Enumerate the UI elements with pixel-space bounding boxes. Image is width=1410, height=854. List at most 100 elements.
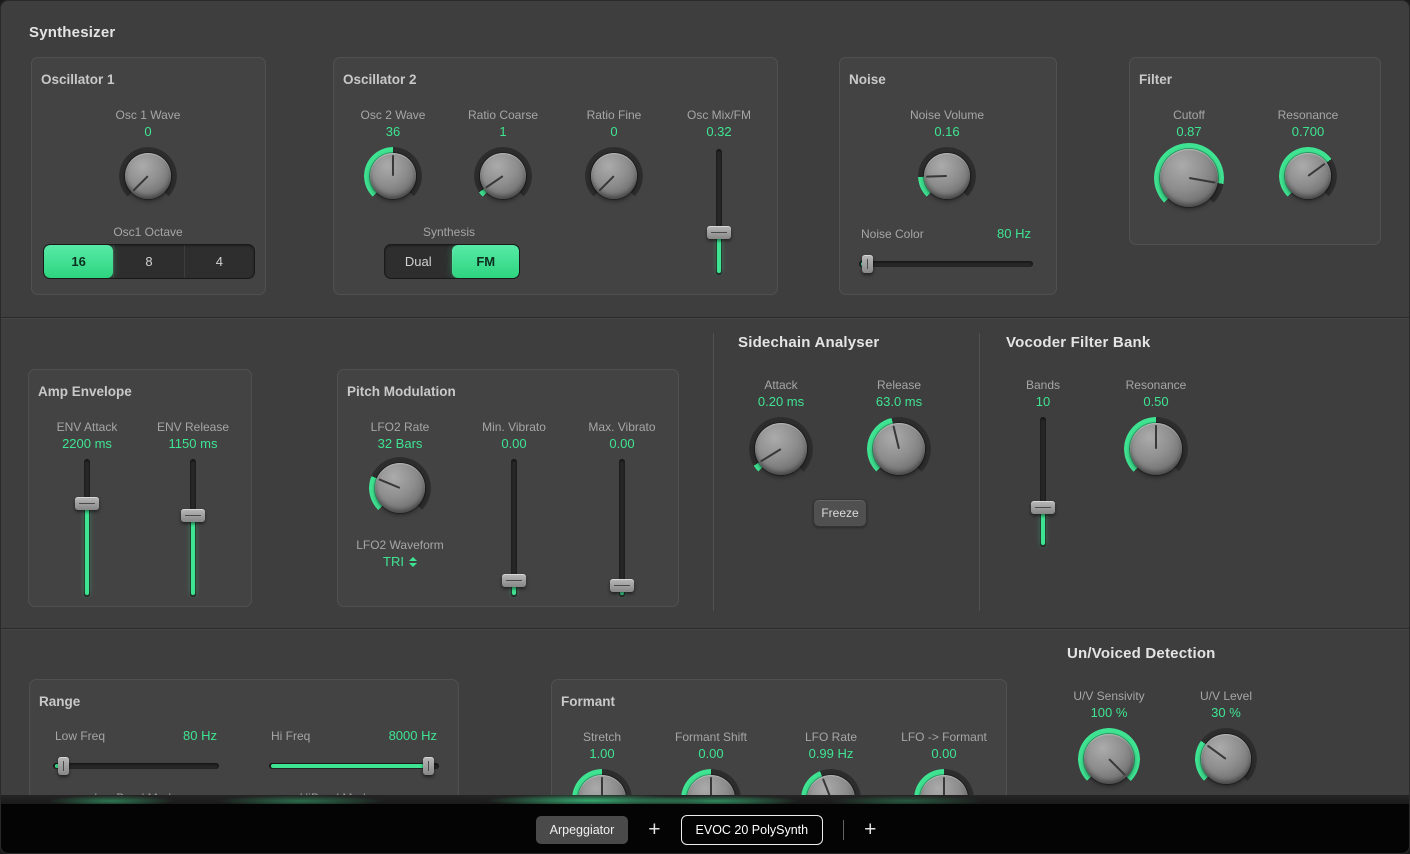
synthesis-dual-button[interactable]: Dual xyxy=(385,245,452,278)
stretch-value: 1.00 xyxy=(589,745,614,763)
resonance-knob[interactable] xyxy=(1285,153,1331,199)
lfo-formant-label: LFO -> Formant xyxy=(901,729,987,745)
cutoff-knob[interactable] xyxy=(1160,149,1218,207)
slider-handle[interactable] xyxy=(423,757,434,775)
osc2-wave-knob[interactable] xyxy=(370,153,416,199)
cutoff-param: Cutoff 0.87 xyxy=(1129,107,1249,207)
add-instrument-button[interactable]: + xyxy=(864,819,876,840)
vocoder-resonance-knob[interactable] xyxy=(1130,423,1182,475)
low-freq-label: Low Freq xyxy=(55,728,105,744)
lfo2-rate-knob[interactable] xyxy=(375,463,425,513)
range-title: Range xyxy=(39,694,80,709)
filter-resonance-param: Resonance 0.700 xyxy=(1248,107,1368,199)
noise-color-slider[interactable] xyxy=(859,255,1033,273)
max-vibrato-value: 0.00 xyxy=(609,435,634,453)
slider-track[interactable] xyxy=(53,763,219,769)
knob-pointer xyxy=(892,426,900,450)
ratio-coarse-knob[interactable] xyxy=(480,153,526,199)
osc1-wave-knob[interactable] xyxy=(125,153,171,199)
uv-sensitivity-param: U/V Sensivity 100 % xyxy=(1049,688,1169,784)
knob-cap xyxy=(1084,734,1134,784)
osc-mix-value: 0.32 xyxy=(706,123,731,141)
min-vibrato-param: Min. Vibrato 0.00 xyxy=(454,419,574,597)
lfo2-rate-param: LFO2 Rate 32 Bars xyxy=(340,419,460,513)
slider-handle[interactable] xyxy=(181,509,205,522)
slider-handle[interactable] xyxy=(75,497,99,510)
uv-level-knob[interactable] xyxy=(1201,734,1251,784)
formant-title: Formant xyxy=(561,694,615,709)
slider-handle[interactable] xyxy=(1031,501,1055,514)
arpeggiator-button[interactable]: Arpeggiator xyxy=(536,816,629,844)
synthesis-switch: Dual FM xyxy=(384,244,520,279)
cutoff-value: 0.87 xyxy=(1176,123,1201,141)
noise-color-param: Noise Color 80 Hz xyxy=(859,225,1033,273)
ratio-fine-knob[interactable] xyxy=(591,153,637,199)
knob-cap xyxy=(1285,153,1331,199)
unvoiced-title: Un/Voiced Detection xyxy=(1067,645,1216,662)
knob-pointer xyxy=(485,175,504,189)
low-freq-slider[interactable] xyxy=(53,757,219,775)
synthesis-label-block: Synthesis xyxy=(389,224,509,240)
min-vibrato-slider[interactable] xyxy=(502,459,526,597)
osc2-wave-label: Osc 2 Wave xyxy=(361,107,426,123)
max-vibrato-label: Max. Vibrato xyxy=(588,419,655,435)
formant-lfo-rate-label: LFO Rate xyxy=(805,729,857,745)
knob-pointer xyxy=(392,155,394,176)
hi-freq-slider[interactable] xyxy=(269,757,439,775)
slider-track[interactable] xyxy=(859,261,1033,267)
lfo2-waveform-select[interactable]: TRI xyxy=(383,553,417,571)
slider-handle[interactable] xyxy=(707,226,731,239)
knob-pointer xyxy=(1108,758,1126,776)
noise-volume-knob[interactable] xyxy=(924,153,970,199)
instrument-button[interactable]: EVOC 20 PolySynth xyxy=(681,815,824,845)
knob-cap xyxy=(480,153,526,199)
knob-cap xyxy=(591,153,637,199)
knob-pointer xyxy=(926,175,947,178)
uv-sensitivity-knob[interactable] xyxy=(1084,734,1134,784)
ratio-fine-param: Ratio Fine 0 xyxy=(554,107,674,199)
slider-track[interactable] xyxy=(619,459,625,597)
column-divider xyxy=(713,333,714,611)
sidechain-release-param: Release 63.0 ms xyxy=(839,377,959,475)
add-midi-fx-button[interactable]: + xyxy=(648,819,660,840)
freeze-button[interactable]: Freeze xyxy=(813,499,867,527)
cutoff-label: Cutoff xyxy=(1173,107,1205,123)
sidechain-attack-knob[interactable] xyxy=(755,423,807,475)
env-attack-slider[interactable] xyxy=(75,459,99,597)
bands-slider[interactable] xyxy=(1031,417,1055,547)
bar-divider xyxy=(843,820,844,840)
sidechain-release-label: Release xyxy=(877,377,921,393)
sidechain-release-knob[interactable] xyxy=(873,423,925,475)
low-freq-value: 80 Hz xyxy=(183,727,217,745)
osc1-wave-label: Osc 1 Wave xyxy=(116,107,181,123)
max-vibrato-slider[interactable] xyxy=(610,459,634,597)
knob-cap xyxy=(125,153,171,199)
bottom-bar: Arpeggiator + EVOC 20 PolySynth + xyxy=(1,804,1410,854)
formant-shift-label: Formant Shift xyxy=(675,729,747,745)
octave-16-button[interactable]: 16 xyxy=(44,245,113,278)
min-vibrato-label: Min. Vibrato xyxy=(482,419,546,435)
slider-handle[interactable] xyxy=(58,757,69,775)
sidechain-release-value: 63.0 ms xyxy=(876,393,922,411)
slider-handle[interactable] xyxy=(862,255,873,273)
slider-fill xyxy=(271,764,424,768)
filter-resonance-label: Resonance xyxy=(1278,107,1339,123)
env-release-slider[interactable] xyxy=(181,459,205,597)
osc-mix-slider[interactable] xyxy=(707,149,731,275)
knob-cap xyxy=(1201,734,1251,784)
uv-level-label: U/V Level xyxy=(1200,688,1252,704)
slider-fill xyxy=(1041,511,1045,545)
vocoder-resonance-value: 0.50 xyxy=(1143,393,1168,411)
synthesis-fm-button[interactable]: FM xyxy=(452,245,520,278)
osc-mix-label: Osc Mix/FM xyxy=(687,107,751,123)
uv-sensitivity-value: 100 % xyxy=(1091,704,1128,722)
sidechain-title: Sidechain Analyser xyxy=(738,334,879,351)
sidechain-attack-param: Attack 0.20 ms xyxy=(721,377,841,475)
osc1-wave-value: 0 xyxy=(144,123,151,141)
octave-4-button[interactable]: 4 xyxy=(184,245,254,278)
max-vibrato-param: Max. Vibrato 0.00 xyxy=(562,419,682,597)
octave-8-button[interactable]: 8 xyxy=(113,245,183,278)
column-divider xyxy=(979,333,980,611)
slider-handle[interactable] xyxy=(502,574,526,587)
slider-handle[interactable] xyxy=(610,579,634,592)
